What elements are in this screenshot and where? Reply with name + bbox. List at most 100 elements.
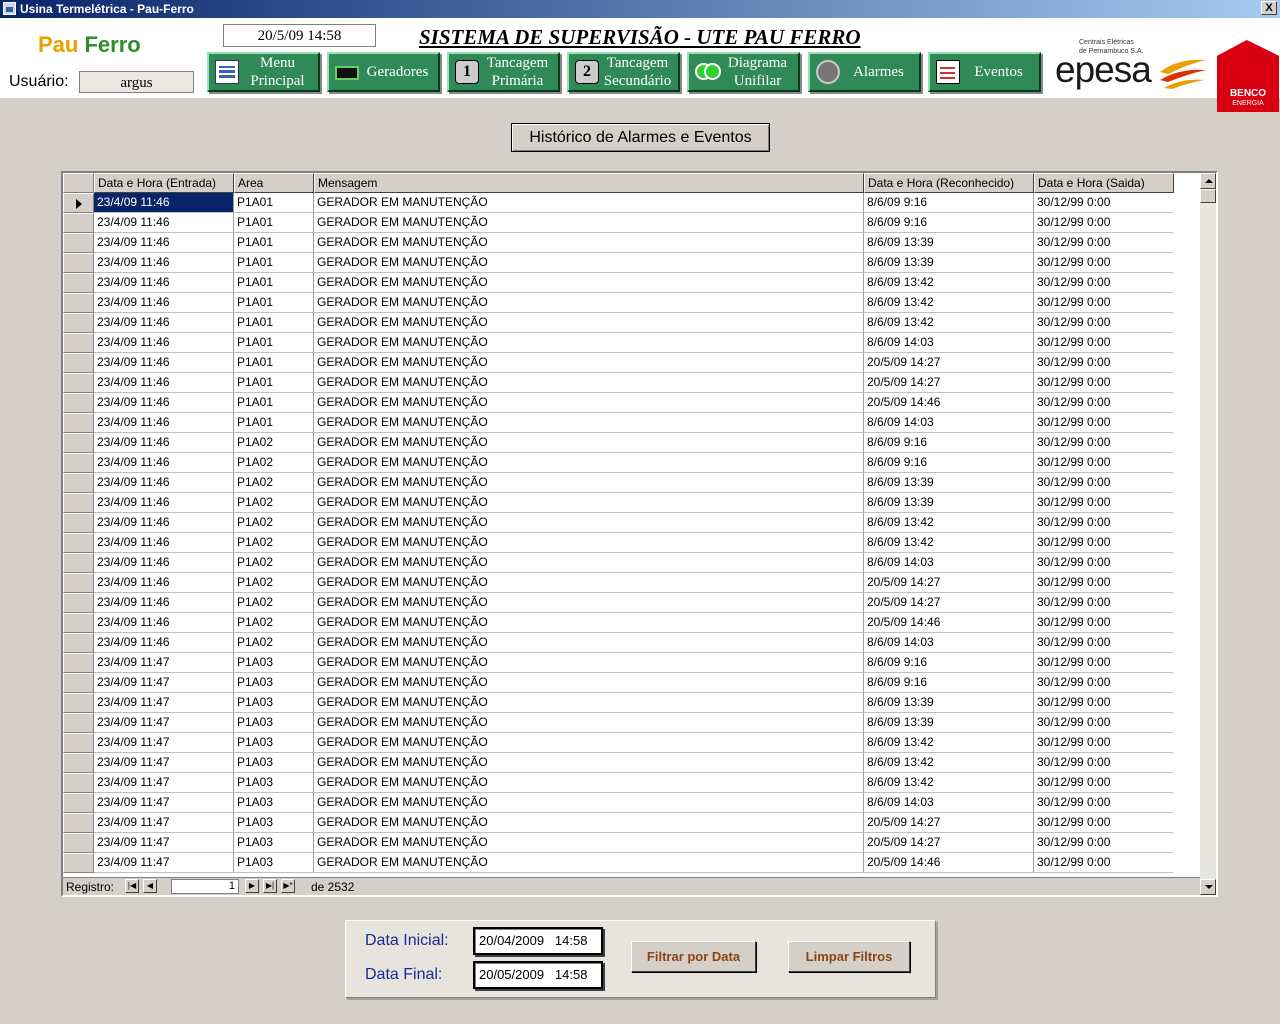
cell-entrada[interactable]: 23/4/09 11:47: [94, 673, 234, 693]
cell-saida[interactable]: 30/12/99 0:00: [1034, 733, 1173, 753]
cell-entrada[interactable]: 23/4/09 11:46: [94, 353, 234, 373]
cell-saida[interactable]: 30/12/99 0:00: [1034, 393, 1173, 413]
cell-area[interactable]: P1A03: [234, 793, 314, 813]
row-selector[interactable]: [63, 193, 94, 213]
cell-mensagem[interactable]: GERADOR EM MANUTENÇÃO: [314, 553, 864, 573]
cell-reconhecido[interactable]: 8/6/09 13:42: [864, 753, 1034, 773]
cell-area[interactable]: P1A03: [234, 713, 314, 733]
record-number-input[interactable]: 1: [171, 879, 239, 894]
cell-saida[interactable]: 30/12/99 0:00: [1034, 453, 1173, 473]
cell-reconhecido[interactable]: 8/6/09 13:39: [864, 713, 1034, 733]
cell-area[interactable]: P1A01: [234, 373, 314, 393]
cell-reconhecido[interactable]: 8/6/09 13:39: [864, 253, 1034, 273]
row-selector[interactable]: [63, 373, 94, 393]
row-selector[interactable]: [63, 233, 94, 253]
cell-area[interactable]: P1A01: [234, 253, 314, 273]
row-selector[interactable]: [63, 413, 94, 433]
cell-mensagem[interactable]: GERADOR EM MANUTENÇÃO: [314, 633, 864, 653]
table-row[interactable]: 23/4/09 11:46 P1A02 GERADOR EM MANUTENÇÃO 8…: [63, 453, 1173, 473]
cell-mensagem[interactable]: GERADOR EM MANUTENÇÃO: [314, 293, 864, 313]
table-row[interactable]: 23/4/09 11:46 P1A01 GERADOR EM MANUTENÇÃO 8…: [63, 233, 1173, 253]
table-row[interactable]: 23/4/09 11:46 P1A01 GERADOR EM MANUTENÇÃO 8…: [63, 333, 1173, 353]
nav-eventos-button[interactable]: Eventos: [928, 52, 1041, 92]
cell-entrada[interactable]: 23/4/09 11:46: [94, 393, 234, 413]
cell-entrada[interactable]: 23/4/09 11:46: [94, 193, 234, 213]
cell-mensagem[interactable]: GERADOR EM MANUTENÇÃO: [314, 453, 864, 473]
cell-reconhecido[interactable]: 8/6/09 13:39: [864, 233, 1034, 253]
cell-reconhecido[interactable]: 8/6/09 14:03: [864, 333, 1034, 353]
cell-saida[interactable]: 30/12/99 0:00: [1034, 353, 1173, 373]
nav-geradores-button[interactable]: Geradores: [327, 52, 440, 92]
column-header-saida[interactable]: Data e Hora (Saida): [1034, 173, 1174, 193]
filter-by-date-button[interactable]: Filtrar por Data: [631, 941, 756, 972]
cell-area[interactable]: P1A01: [234, 233, 314, 253]
last-record-button[interactable]: ▶|: [263, 879, 277, 893]
cell-entrada[interactable]: 23/4/09 11:46: [94, 213, 234, 233]
cell-reconhecido[interactable]: 20/5/09 14:46: [864, 393, 1034, 413]
cell-area[interactable]: P1A02: [234, 473, 314, 493]
row-selector[interactable]: [63, 633, 94, 653]
cell-mensagem[interactable]: GERADOR EM MANUTENÇÃO: [314, 273, 864, 293]
start-date-field[interactable]: 20/04/2009 14:58: [473, 927, 603, 955]
scroll-down-button[interactable]: [1200, 879, 1216, 895]
cell-mensagem[interactable]: GERADOR EM MANUTENÇÃO: [314, 733, 864, 753]
end-date-field[interactable]: 20/05/2009 14:58: [473, 961, 603, 989]
cell-reconhecido[interactable]: 8/6/09 13:42: [864, 513, 1034, 533]
cell-entrada[interactable]: 23/4/09 11:46: [94, 633, 234, 653]
cell-entrada[interactable]: 23/4/09 11:47: [94, 833, 234, 853]
nav-menu-principal-button[interactable]: Menu Principal: [207, 52, 320, 92]
cell-saida[interactable]: 30/12/99 0:00: [1034, 653, 1173, 673]
table-row[interactable]: 23/4/09 11:47 P1A03 GERADOR EM MANUTENÇÃO 8…: [63, 753, 1173, 773]
cell-mensagem[interactable]: GERADOR EM MANUTENÇÃO: [314, 493, 864, 513]
cell-area[interactable]: P1A02: [234, 513, 314, 533]
cell-mensagem[interactable]: GERADOR EM MANUTENÇÃO: [314, 473, 864, 493]
history-title-button[interactable]: Histórico de Alarmes e Eventos: [511, 123, 770, 152]
cell-area[interactable]: P1A03: [234, 693, 314, 713]
table-row[interactable]: 23/4/09 11:46 P1A02 GERADOR EM MANUTENÇÃO 2…: [63, 573, 1173, 593]
cell-entrada[interactable]: 23/4/09 11:46: [94, 613, 234, 633]
cell-entrada[interactable]: 23/4/09 11:47: [94, 733, 234, 753]
cell-entrada[interactable]: 23/4/09 11:46: [94, 513, 234, 533]
cell-reconhecido[interactable]: 8/6/09 13:42: [864, 773, 1034, 793]
first-record-button[interactable]: |◀: [125, 879, 139, 893]
cell-reconhecido[interactable]: 20/5/09 14:27: [864, 353, 1034, 373]
cell-saida[interactable]: 30/12/99 0:00: [1034, 433, 1173, 453]
row-selector[interactable]: [63, 553, 94, 573]
cell-mensagem[interactable]: GERADOR EM MANUTENÇÃO: [314, 513, 864, 533]
cell-area[interactable]: P1A01: [234, 353, 314, 373]
cell-saida[interactable]: 30/12/99 0:00: [1034, 593, 1173, 613]
cell-saida[interactable]: 30/12/99 0:00: [1034, 193, 1173, 213]
cell-reconhecido[interactable]: 8/6/09 13:39: [864, 473, 1034, 493]
cell-saida[interactable]: 30/12/99 0:00: [1034, 573, 1173, 593]
cell-area[interactable]: P1A02: [234, 633, 314, 653]
cell-reconhecido[interactable]: 20/5/09 14:46: [864, 853, 1034, 873]
cell-reconhecido[interactable]: 8/6/09 14:03: [864, 413, 1034, 433]
cell-saida[interactable]: 30/12/99 0:00: [1034, 293, 1173, 313]
cell-reconhecido[interactable]: 20/5/09 14:27: [864, 373, 1034, 393]
row-selector[interactable]: [63, 513, 94, 533]
row-selector[interactable]: [63, 693, 94, 713]
cell-area[interactable]: P1A03: [234, 733, 314, 753]
scroll-up-button[interactable]: [1200, 173, 1216, 189]
cell-mensagem[interactable]: GERADOR EM MANUTENÇÃO: [314, 593, 864, 613]
cell-mensagem[interactable]: GERADOR EM MANUTENÇÃO: [314, 413, 864, 433]
row-selector[interactable]: [63, 313, 94, 333]
cell-saida[interactable]: 30/12/99 0:00: [1034, 373, 1173, 393]
cell-mensagem[interactable]: GERADOR EM MANUTENÇÃO: [314, 233, 864, 253]
cell-area[interactable]: P1A01: [234, 273, 314, 293]
cell-mensagem[interactable]: GERADOR EM MANUTENÇÃO: [314, 533, 864, 553]
next-record-button[interactable]: ▶: [245, 879, 259, 893]
cell-mensagem[interactable]: GERADOR EM MANUTENÇÃO: [314, 333, 864, 353]
cell-area[interactable]: P1A03: [234, 773, 314, 793]
row-selector[interactable]: [63, 673, 94, 693]
clear-filters-button[interactable]: Limpar Filtros: [788, 941, 910, 972]
table-row[interactable]: 23/4/09 11:46 P1A02 GERADOR EM MANUTENÇÃO 8…: [63, 633, 1173, 653]
cell-entrada[interactable]: 23/4/09 11:46: [94, 333, 234, 353]
row-selector[interactable]: [63, 393, 94, 413]
cell-entrada[interactable]: 23/4/09 11:46: [94, 553, 234, 573]
cell-saida[interactable]: 30/12/99 0:00: [1034, 753, 1173, 773]
cell-area[interactable]: P1A01: [234, 193, 314, 213]
cell-entrada[interactable]: 23/4/09 11:46: [94, 273, 234, 293]
cell-saida[interactable]: 30/12/99 0:00: [1034, 833, 1173, 853]
cell-saida[interactable]: 30/12/99 0:00: [1034, 313, 1173, 333]
